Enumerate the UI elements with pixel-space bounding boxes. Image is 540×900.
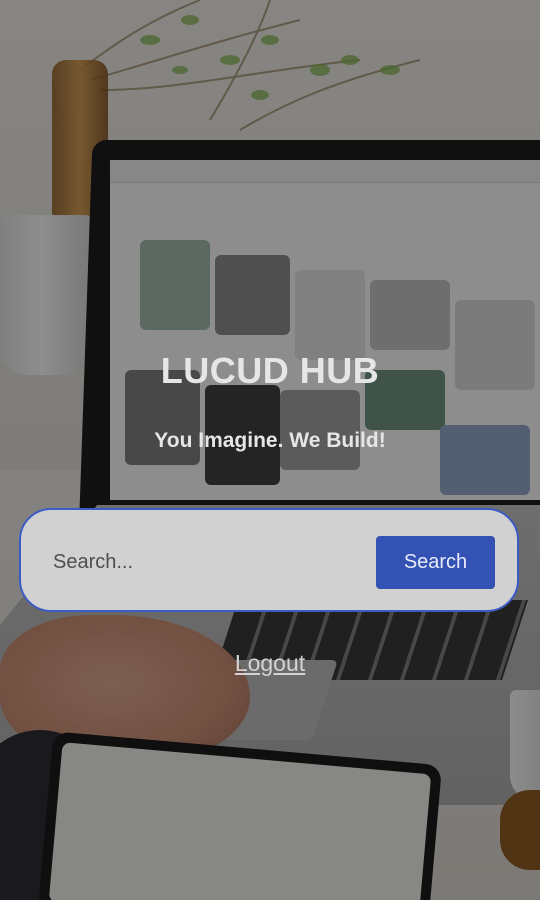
search-button[interactable]: Search	[376, 536, 495, 589]
site-title: LUCUD HUB	[160, 350, 380, 391]
search-bar: Search	[19, 508, 519, 612]
site-tagline: You Imagine. We Build!	[154, 429, 386, 452]
search-input[interactable]	[51, 534, 355, 590]
logout-link[interactable]: Logout	[0, 650, 540, 677]
page: LUCUD HUB You Imagine. We Build! Search …	[0, 0, 540, 900]
